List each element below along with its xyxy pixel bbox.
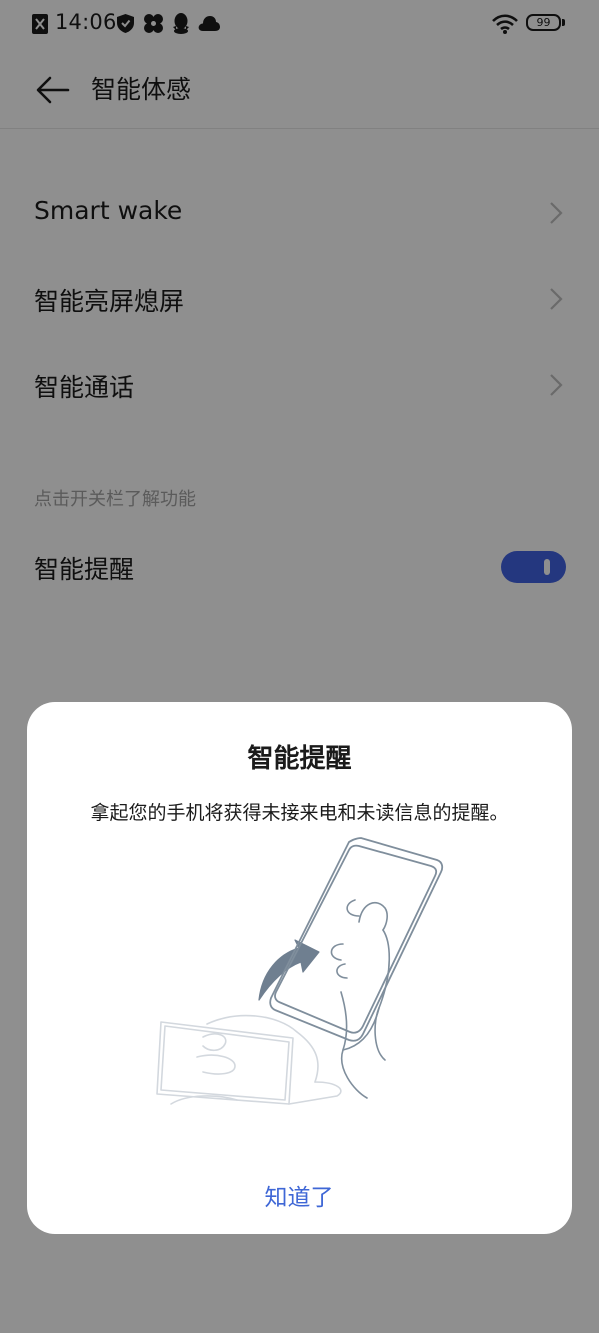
smart-reminder-dialog: 智能提醒 拿起您的手机将获得未接来电和未读信息的提醒。 知道了 bbox=[27, 702, 572, 1234]
dialog-message: 拿起您的手机将获得未接来电和未读信息的提醒。 bbox=[90, 802, 509, 824]
dialog-confirm-button[interactable]: 知道了 bbox=[199, 1176, 399, 1220]
phone-pickup-illustration bbox=[156, 837, 444, 1105]
dialog-title: 智能提醒 bbox=[247, 744, 352, 774]
